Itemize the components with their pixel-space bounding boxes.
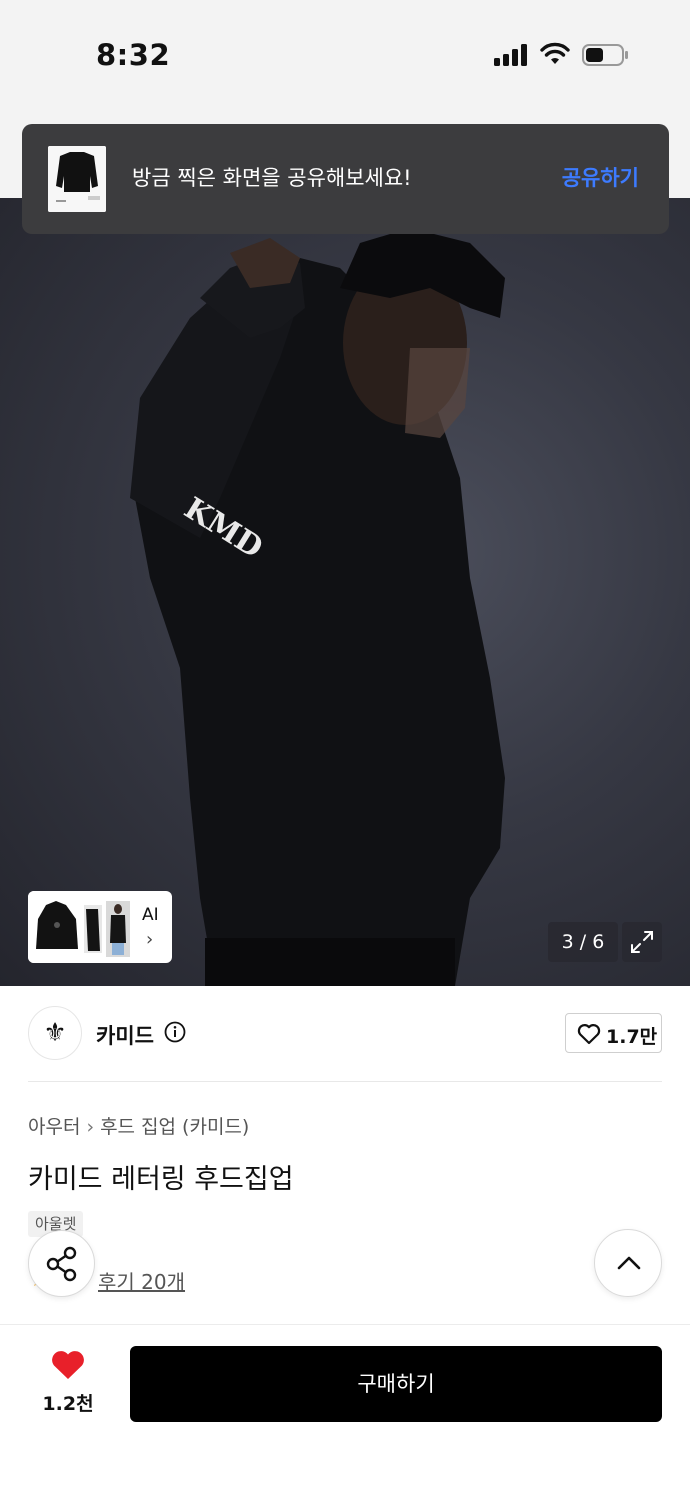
brand-name[interactable]: 카미드 — [96, 1020, 154, 1050]
expand-icon — [631, 931, 653, 953]
heart-outline-icon — [577, 1024, 601, 1045]
ai-similar-products-card[interactable]: AI › — [28, 891, 172, 963]
scroll-to-top-button[interactable] — [594, 1229, 662, 1297]
share-toast: 방금 찍은 화면을 공유해보세요! 공유하기 — [22, 124, 669, 234]
brand-like-button[interactable]: 1.7만 — [565, 1013, 662, 1053]
ai-label: AI — [142, 905, 159, 925]
toast-message: 방금 찍은 화면을 공유해보세요! — [132, 166, 412, 190]
status-bar: 8:32 — [0, 0, 690, 112]
status-time: 8:32 — [96, 38, 171, 72]
model-in-hoodie-illustration: KMD — [130, 228, 505, 986]
product-title: 카미드 레터링 후드집업 — [28, 1164, 294, 1195]
brand-row: ⚜ 카미드 1.7만 — [0, 986, 690, 1082]
breadcrumb-subcategory[interactable]: 후드 집업 (카미드) — [100, 1116, 249, 1138]
ai-thumbnail-images — [28, 891, 138, 963]
share-now-button[interactable]: 공유하기 — [562, 162, 639, 192]
bottom-action-bar: 1.2천 구매하기 — [0, 1324, 690, 1500]
chevron-right-icon: › — [146, 929, 154, 950]
buy-button[interactable]: 구매하기 — [130, 1346, 662, 1422]
breadcrumb-separator: › — [86, 1116, 95, 1138]
heart-filled-icon — [52, 1351, 84, 1379]
product-photo: KMD — [0, 198, 690, 986]
brand-like-count: 1.7만 — [606, 1026, 658, 1048]
image-counter: 3 / 6 — [548, 922, 618, 962]
expand-button[interactable] — [622, 922, 662, 962]
info-icon[interactable] — [164, 1021, 186, 1043]
reviews-link[interactable]: 후기 20개 — [98, 1266, 185, 1295]
chevron-up-icon — [617, 1256, 641, 1270]
screenshot-thumbnail — [48, 146, 106, 212]
wishlist-count: 1.2천 — [42, 1393, 94, 1415]
breadcrumb-category[interactable]: 아우터 — [28, 1116, 80, 1138]
product-image-gallery[interactable]: KMD — [0, 112, 690, 986]
divider — [28, 1081, 662, 1082]
signal-icon — [494, 44, 528, 66]
share-icon — [46, 1246, 77, 1282]
wifi-icon — [540, 42, 570, 64]
brand-logo[interactable]: ⚜ — [28, 1006, 82, 1060]
battery-icon — [582, 44, 628, 66]
share-button[interactable] — [28, 1230, 95, 1297]
breadcrumb: 아우터 › 후드 집업 (카미드) — [28, 1112, 249, 1139]
